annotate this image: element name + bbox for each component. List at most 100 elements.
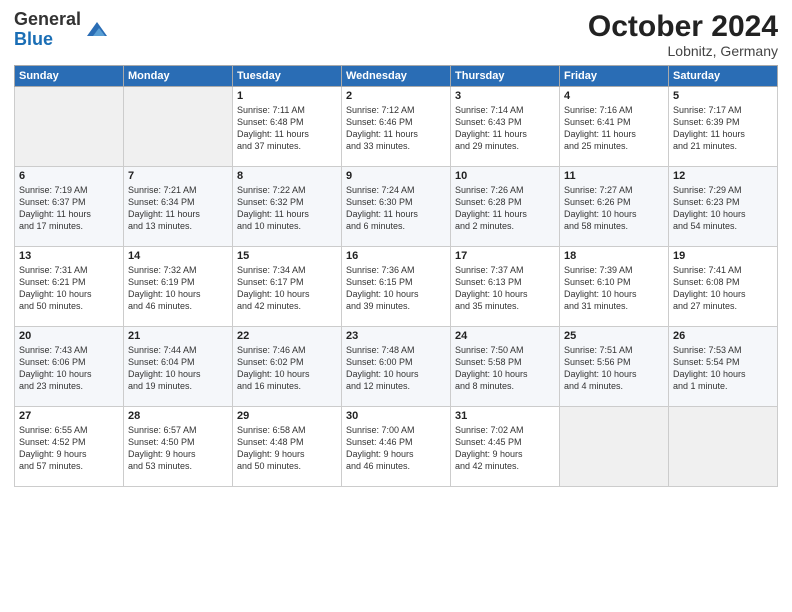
day-number: 12 — [673, 170, 773, 182]
day-number: 17 — [455, 250, 555, 262]
calendar-cell: 28 Sunrise: 6:57 AM Sunset: 4:50 PM Dayli… — [124, 407, 233, 487]
calendar-cell — [124, 87, 233, 167]
cell-content: Sunrise: 7:26 AM Sunset: 6:28 PM Dayligh… — [455, 184, 555, 233]
calendar-cell: 17Sunrise: 7:37 AM Sunset: 6:13 PM Dayli… — [451, 247, 560, 327]
month-title: October 2024 — [588, 10, 778, 43]
day-number: 21 — [128, 330, 228, 342]
calendar-cell: 7Sunrise: 7:21 AM Sunset: 6:34 PM Daylig… — [124, 167, 233, 247]
logo-blue: Blue — [14, 30, 81, 50]
day-number: 2 — [346, 90, 446, 102]
cell-content: Sunrise: 7:44 AM Sunset: 6:04 PM Dayligh… — [128, 344, 228, 393]
logo-general: General — [14, 10, 81, 30]
cell-content: Sunrise: 7:46 AM Sunset: 6:02 PM Dayligh… — [237, 344, 337, 393]
calendar-cell: 25 Sunrise: 7:51 AM Sunset: 5:56 PM Dayli… — [560, 327, 669, 407]
cell-content: Sunrise: 7:14 AM Sunset: 6:43 PM Dayligh… — [455, 104, 555, 153]
cell-content: Sunrise: 7:32 AM Sunset: 6:19 PM Dayligh… — [128, 264, 228, 313]
calendar-cell: 13Sunrise: 7:31 AM Sunset: 6:21 PM Dayli… — [15, 247, 124, 327]
calendar-cell: 1 Sunrise: 7:11 AM Sunset: 6:48 PM Daylig… — [233, 87, 342, 167]
cell-content: Sunrise: 6:58 AM Sunset: 4:48 PM Dayligh… — [237, 424, 337, 473]
day-number: 18 — [564, 250, 664, 262]
calendar-cell: 31 Sunrise: 7:02 AM Sunset: 4:45 PM Dayli… — [451, 407, 560, 487]
cell-content: Sunrise: 7:48 AM Sunset: 6:00 PM Dayligh… — [346, 344, 446, 393]
day-number: 16 — [346, 250, 446, 262]
weekday-header-monday: Monday — [124, 66, 233, 87]
cell-content: Sunrise: 7:43 AM Sunset: 6:06 PM Dayligh… — [19, 344, 119, 393]
day-number: 4 — [564, 90, 664, 102]
cell-content: Sunrise: 6:55 AM Sunset: 4:52 PM Dayligh… — [19, 424, 119, 473]
calendar-cell: 11 Sunrise: 7:27 AM Sunset: 6:26 PM Dayli… — [560, 167, 669, 247]
calendar-cell: 8 Sunrise: 7:22 AM Sunset: 6:32 PM Daylig… — [233, 167, 342, 247]
cell-content: Sunrise: 7:34 AM Sunset: 6:17 PM Dayligh… — [237, 264, 337, 313]
weekday-header-tuesday: Tuesday — [233, 66, 342, 87]
calendar-cell: 27 Sunrise: 6:55 AM Sunset: 4:52 PM Dayli… — [15, 407, 124, 487]
day-number: 1 — [237, 90, 337, 102]
day-number: 6 — [19, 170, 119, 182]
cell-content: Sunrise: 7:17 AM Sunset: 6:39 PM Dayligh… — [673, 104, 773, 153]
day-number: 15 — [237, 250, 337, 262]
cell-content: Sunrise: 7:31 AM Sunset: 6:21 PM Dayligh… — [19, 264, 119, 313]
day-number: 23 — [346, 330, 446, 342]
day-number: 25 — [564, 330, 664, 342]
day-number: 31 — [455, 410, 555, 422]
cell-content: Sunrise: 7:51 AM Sunset: 5:56 PM Dayligh… — [564, 344, 664, 393]
calendar-cell: 14 Sunrise: 7:32 AM Sunset: 6:19 PM Dayli… — [124, 247, 233, 327]
calendar-cell — [560, 407, 669, 487]
title-section: October 2024 Lobnitz, Germany — [588, 10, 778, 59]
calendar-cell — [669, 407, 778, 487]
cell-content: Sunrise: 7:27 AM Sunset: 6:26 PM Dayligh… — [564, 184, 664, 233]
day-number: 11 — [564, 170, 664, 182]
day-number: 7 — [128, 170, 228, 182]
calendar-cell: 24 Sunrise: 7:50 AM Sunset: 5:58 PM Dayli… — [451, 327, 560, 407]
calendar-cell: 30 Sunrise: 7:00 AM Sunset: 4:46 PM Dayli… — [342, 407, 451, 487]
day-number: 27 — [19, 410, 119, 422]
calendar-cell: 2 Sunrise: 7:12 AM Sunset: 6:46 PM Daylig… — [342, 87, 451, 167]
location: Lobnitz, Germany — [588, 43, 778, 59]
cell-content: Sunrise: 7:16 AM Sunset: 6:41 PM Dayligh… — [564, 104, 664, 153]
day-number: 3 — [455, 90, 555, 102]
day-number: 10 — [455, 170, 555, 182]
cell-content: Sunrise: 7:39 AM Sunset: 6:10 PM Dayligh… — [564, 264, 664, 313]
day-number: 29 — [237, 410, 337, 422]
weekday-header-wednesday: Wednesday — [342, 66, 451, 87]
calendar-cell: 19Sunrise: 7:41 AM Sunset: 6:08 PM Dayli… — [669, 247, 778, 327]
logo: General Blue — [14, 10, 109, 50]
day-number: 28 — [128, 410, 228, 422]
cell-content: Sunrise: 7:02 AM Sunset: 4:45 PM Dayligh… — [455, 424, 555, 473]
page-header: General Blue October 2024 Lobnitz, Germa… — [14, 10, 778, 59]
day-number: 24 — [455, 330, 555, 342]
calendar-cell: 26Sunrise: 7:53 AM Sunset: 5:54 PM Dayli… — [669, 327, 778, 407]
calendar-cell: 10 Sunrise: 7:26 AM Sunset: 6:28 PM Dayli… — [451, 167, 560, 247]
day-number: 9 — [346, 170, 446, 182]
calendar-cell: 15 Sunrise: 7:34 AM Sunset: 6:17 PM Dayli… — [233, 247, 342, 327]
calendar-cell: 3 Sunrise: 7:14 AM Sunset: 6:43 PM Daylig… — [451, 87, 560, 167]
cell-content: Sunrise: 7:22 AM Sunset: 6:32 PM Dayligh… — [237, 184, 337, 233]
cell-content: Sunrise: 7:24 AM Sunset: 6:30 PM Dayligh… — [346, 184, 446, 233]
calendar-cell: 5 Sunrise: 7:17 AM Sunset: 6:39 PM Daylig… — [669, 87, 778, 167]
cell-content: Sunrise: 7:00 AM Sunset: 4:46 PM Dayligh… — [346, 424, 446, 473]
weekday-header-friday: Friday — [560, 66, 669, 87]
calendar-cell: 23 Sunrise: 7:48 AM Sunset: 6:00 PM Dayli… — [342, 327, 451, 407]
day-number: 19 — [673, 250, 773, 262]
cell-content: Sunrise: 7:12 AM Sunset: 6:46 PM Dayligh… — [346, 104, 446, 153]
day-number: 5 — [673, 90, 773, 102]
calendar-cell: 21 Sunrise: 7:44 AM Sunset: 6:04 PM Dayli… — [124, 327, 233, 407]
calendar-cell: 29 Sunrise: 6:58 AM Sunset: 4:48 PM Dayli… — [233, 407, 342, 487]
calendar-cell: 16Sunrise: 7:36 AM Sunset: 6:15 PM Dayli… — [342, 247, 451, 327]
cell-content: Sunrise: 7:53 AM Sunset: 5:54 PM Dayligh… — [673, 344, 773, 393]
day-number: 22 — [237, 330, 337, 342]
day-number: 8 — [237, 170, 337, 182]
calendar-cell: 20Sunrise: 7:43 AM Sunset: 6:06 PM Dayli… — [15, 327, 124, 407]
calendar-cell: 9 Sunrise: 7:24 AM Sunset: 6:30 PM Daylig… — [342, 167, 451, 247]
cell-content: Sunrise: 7:19 AM Sunset: 6:37 PM Dayligh… — [19, 184, 119, 233]
calendar-cell: 22 Sunrise: 7:46 AM Sunset: 6:02 PM Dayli… — [233, 327, 342, 407]
calendar-cell: 18 Sunrise: 7:39 AM Sunset: 6:10 PM Dayli… — [560, 247, 669, 327]
weekday-header-sunday: Sunday — [15, 66, 124, 87]
cell-content: Sunrise: 6:57 AM Sunset: 4:50 PM Dayligh… — [128, 424, 228, 473]
calendar-cell: 4 Sunrise: 7:16 AM Sunset: 6:41 PM Daylig… — [560, 87, 669, 167]
cell-content: Sunrise: 7:11 AM Sunset: 6:48 PM Dayligh… — [237, 104, 337, 153]
weekday-header-thursday: Thursday — [451, 66, 560, 87]
calendar-cell: 6 Sunrise: 7:19 AM Sunset: 6:37 PM Daylig… — [15, 167, 124, 247]
day-number: 30 — [346, 410, 446, 422]
day-number: 14 — [128, 250, 228, 262]
cell-content: Sunrise: 7:50 AM Sunset: 5:58 PM Dayligh… — [455, 344, 555, 393]
